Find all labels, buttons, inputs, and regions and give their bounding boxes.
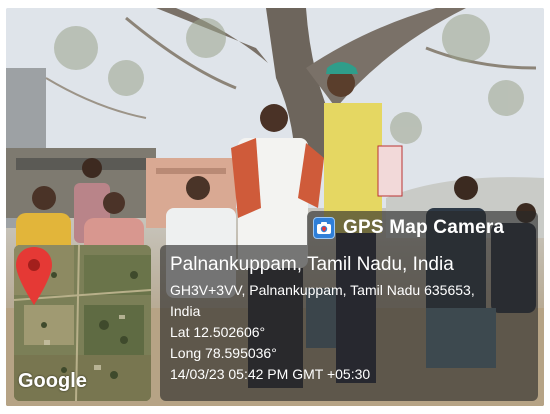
map-pin-icon (16, 247, 52, 305)
map-camera-icon (313, 217, 335, 239)
longitude: Long 78.595036° (170, 345, 277, 361)
timestamp: 14/03/23 05:42 PM GMT +05:30 (170, 366, 371, 382)
address-line-2: India (170, 303, 201, 319)
gps-title-bar: GPS Map Camera (307, 211, 538, 245)
location-info-panel: Palnankuppam, Tamil Nadu, India GH3V+3VV… (160, 245, 538, 401)
address-line-1: GH3V+3VV, Palnankuppam, Tamil Nadu 63565… (170, 282, 475, 298)
location-title: Palnankuppam, Tamil Nadu, India (170, 254, 454, 275)
app-title: GPS Map Camera (343, 217, 505, 238)
screenshot-frame: GPS Map Camera Google Palnankuppam, Tami… (0, 0, 550, 414)
google-logo: Google (18, 370, 87, 392)
latitude: Lat 12.502606° (170, 324, 266, 340)
map-thumbnail: Google (14, 245, 151, 401)
outdoor-group-photo: GPS Map Camera Google Palnankuppam, Tami… (6, 8, 544, 406)
